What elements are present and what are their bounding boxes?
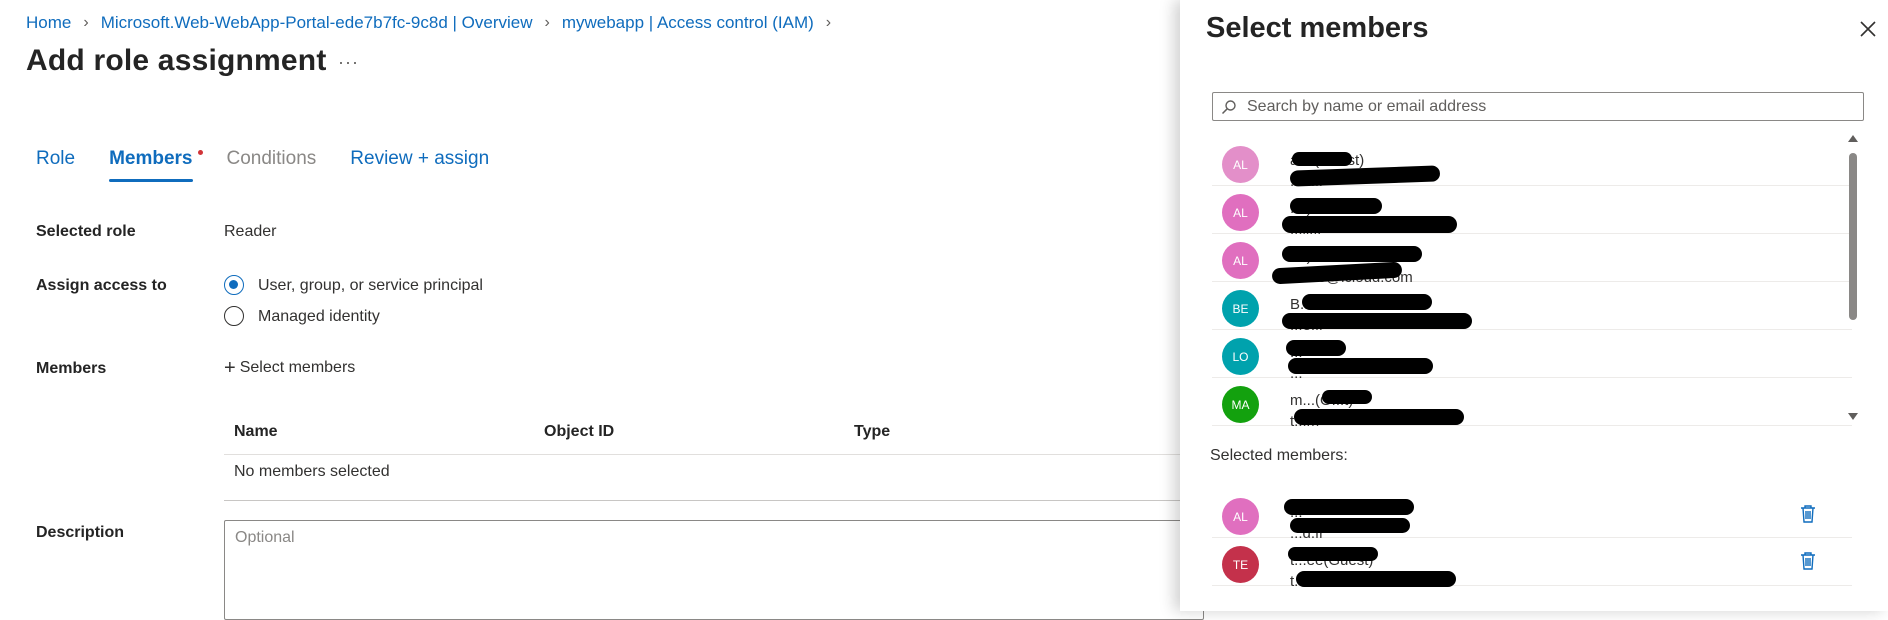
delete-icon[interactable] bbox=[1799, 504, 1817, 524]
list-item[interactable]: AL ...t) ...sse@icloud.com bbox=[1212, 234, 1852, 286]
radio-managed-identity[interactable] bbox=[224, 306, 244, 326]
radio-user-group[interactable] bbox=[224, 275, 244, 295]
more-options-button[interactable]: ··· bbox=[338, 52, 359, 73]
description-label: Description bbox=[36, 524, 125, 541]
scroll-down-icon[interactable] bbox=[1848, 413, 1858, 420]
redaction bbox=[1286, 340, 1346, 356]
breadcrumb-resource-group[interactable]: Microsoft.Web-WebApp-Portal-ede7b7fc-9c8… bbox=[101, 13, 533, 33]
list-item[interactable]: AL ...t) ...il.fr bbox=[1212, 186, 1852, 238]
plus-icon: + bbox=[224, 357, 236, 379]
radio-user-group-label[interactable]: User, group, or service principal bbox=[258, 277, 483, 295]
avatar: BE bbox=[1222, 290, 1259, 327]
tab-bar: Role Members Conditions Review + assign bbox=[36, 148, 523, 182]
avatar: AL bbox=[1222, 146, 1259, 183]
selected-members-label: Selected members: bbox=[1210, 447, 1348, 464]
search-input[interactable] bbox=[1245, 96, 1849, 117]
list-item[interactable]: BE B... ...e.fr bbox=[1212, 282, 1852, 334]
redaction bbox=[1282, 216, 1457, 233]
breadcrumb: Home › Microsoft.Web-WebApp-Portal-ede7b… bbox=[26, 12, 843, 34]
selected-members-list: AL ... ...d.fr TE t...ee(Guest) t...m bbox=[1212, 490, 1852, 590]
avatar: MA bbox=[1222, 386, 1259, 423]
redaction bbox=[1288, 547, 1378, 561]
selected-member-item: TE t...ee(Guest) t...m bbox=[1212, 538, 1852, 590]
redaction bbox=[1284, 499, 1414, 515]
page-title: Add role assignment bbox=[26, 44, 327, 77]
table-header-divider bbox=[224, 454, 1180, 455]
tab-label: Role bbox=[36, 148, 76, 169]
column-object-id: Object ID bbox=[544, 423, 615, 440]
required-dot-icon bbox=[197, 150, 203, 155]
selected-role-value: Reader bbox=[224, 223, 277, 240]
column-type: Type bbox=[854, 423, 891, 440]
chevron-right-icon: › bbox=[544, 14, 550, 31]
select-members-link[interactable]: + Select members bbox=[224, 357, 356, 379]
members-label: Members bbox=[36, 360, 107, 377]
scroll-thumb[interactable] bbox=[1849, 153, 1857, 320]
delete-icon[interactable] bbox=[1799, 551, 1817, 571]
assign-access-label: Assign access to bbox=[36, 277, 167, 294]
tab-label: Conditions bbox=[226, 148, 317, 169]
chevron-right-icon: › bbox=[83, 14, 89, 31]
select-members-label: Select members bbox=[239, 359, 356, 376]
avatar: TE bbox=[1222, 546, 1259, 583]
breadcrumb-home[interactable]: Home bbox=[26, 13, 71, 33]
redaction bbox=[1302, 294, 1432, 310]
tab-conditions[interactable]: Conditions bbox=[227, 148, 317, 182]
redaction bbox=[1290, 518, 1410, 533]
redaction bbox=[1292, 152, 1352, 166]
redaction bbox=[1294, 409, 1464, 425]
avatar: AL bbox=[1222, 498, 1259, 535]
list-item[interactable]: LO ... ... bbox=[1212, 330, 1852, 382]
member-list-scrollbar[interactable] bbox=[1848, 135, 1860, 420]
avatar: AL bbox=[1222, 242, 1259, 279]
tab-members[interactable]: Members bbox=[109, 148, 203, 182]
column-name: Name bbox=[234, 423, 278, 440]
member-list: AL al...(Guest) ...d.fr AL ...t) ...il.f… bbox=[1212, 138, 1852, 428]
redaction bbox=[1296, 571, 1456, 587]
tab-role[interactable]: Role bbox=[36, 148, 75, 182]
redaction bbox=[1282, 313, 1472, 329]
scroll-up-icon[interactable] bbox=[1848, 135, 1858, 142]
tab-label: Members bbox=[109, 148, 193, 169]
redaction bbox=[1290, 198, 1382, 214]
search-box[interactable] bbox=[1212, 92, 1864, 121]
panel-title: Select members bbox=[1206, 12, 1429, 44]
selected-role-label: Selected role bbox=[36, 223, 136, 240]
avatar: LO bbox=[1222, 338, 1259, 375]
list-item[interactable]: MA m...(G...t) t...m bbox=[1212, 378, 1852, 428]
radio-managed-identity-label[interactable]: Managed identity bbox=[258, 308, 380, 326]
description-field[interactable]: Optional bbox=[224, 520, 1204, 620]
redaction bbox=[1282, 246, 1422, 262]
table-divider bbox=[224, 500, 1180, 501]
empty-table-text: No members selected bbox=[234, 463, 390, 480]
breadcrumb-iam[interactable]: mywebapp | Access control (IAM) bbox=[562, 13, 814, 33]
selected-member-item: AL ... ...d.fr bbox=[1212, 490, 1852, 542]
redaction bbox=[1322, 390, 1372, 404]
redaction bbox=[1288, 358, 1433, 374]
close-icon[interactable] bbox=[1857, 18, 1879, 40]
search-icon bbox=[1221, 99, 1236, 114]
tab-label: Review + assign bbox=[350, 148, 490, 169]
avatar: AL bbox=[1222, 194, 1259, 231]
tab-review-assign[interactable]: Review + assign bbox=[350, 148, 489, 182]
list-item[interactable]: AL al...(Guest) ...d.fr bbox=[1212, 138, 1852, 190]
chevron-right-icon: › bbox=[825, 14, 832, 31]
